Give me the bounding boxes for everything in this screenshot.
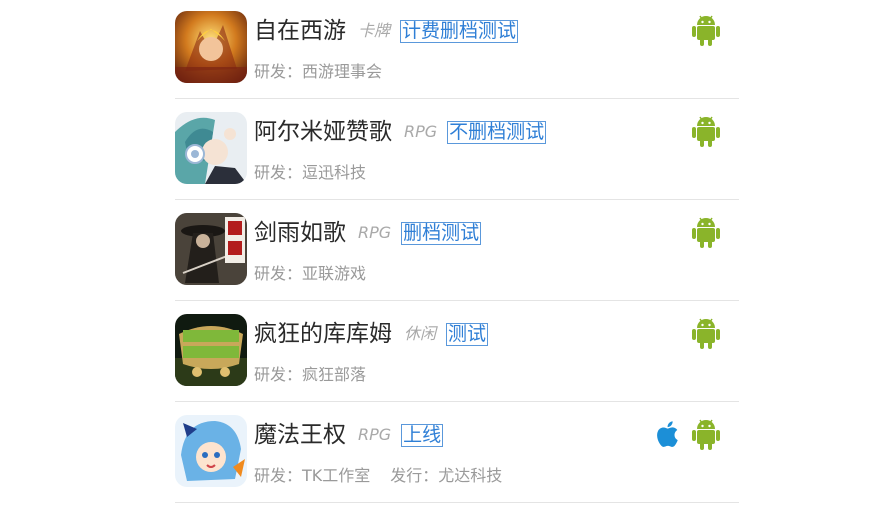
game-thumbnail[interactable] xyxy=(175,11,247,83)
android-icon[interactable] xyxy=(691,114,721,148)
title-row: 疯狂的库库姆 休闲 测试 xyxy=(254,319,489,349)
game-meta: 研发：西游理事会 xyxy=(254,58,382,82)
platform-icons xyxy=(691,114,721,148)
game-thumbnail[interactable] xyxy=(175,314,247,386)
apple-icon[interactable] xyxy=(655,418,683,450)
android-icon[interactable] xyxy=(691,417,721,451)
game-list: 自在西游 卡牌 计费删档测试 研发：西游理事会 阿尔米娅赞歌 RPG 不删档测试… xyxy=(175,0,739,503)
game-thumbnail[interactable] xyxy=(175,213,247,285)
game-name[interactable]: 自在西游 xyxy=(254,16,346,46)
game-genre: RPG xyxy=(404,122,438,141)
title-row: 阿尔米娅赞歌 RPG 不删档测试 xyxy=(254,117,547,147)
platform-icons xyxy=(691,13,721,47)
status-badge: 计费删档测试 xyxy=(400,19,519,43)
game-genre: 休闲 xyxy=(404,324,437,343)
publisher-label: 发行：尤达科技 xyxy=(390,466,503,485)
list-item[interactable]: 剑雨如歌 RPG 删档测试 研发：亚联游戏 xyxy=(175,200,739,301)
game-name[interactable]: 剑雨如歌 xyxy=(254,218,346,248)
list-item[interactable]: 魔法王权 RPG 上线 研发：TK工作室 发行：尤达科技 xyxy=(175,402,739,503)
game-name[interactable]: 魔法王权 xyxy=(254,420,346,450)
android-icon[interactable] xyxy=(691,215,721,249)
game-meta: 研发：亚联游戏 xyxy=(254,260,366,284)
platform-icons xyxy=(655,417,721,451)
developer-label: 研发：疯狂部落 xyxy=(254,365,367,384)
game-thumbnail[interactable] xyxy=(175,112,247,184)
list-item[interactable]: 自在西游 卡牌 计费删档测试 研发：西游理事会 xyxy=(175,0,739,99)
game-meta: 研发：TK工作室 发行：尤达科技 xyxy=(254,462,502,486)
game-name[interactable]: 疯狂的库库姆 xyxy=(254,319,392,349)
game-meta: 研发：疯狂部落 xyxy=(254,361,366,385)
list-item[interactable]: 阿尔米娅赞歌 RPG 不删档测试 研发：逗迅科技 xyxy=(175,99,739,200)
developer-label: 研发：逗迅科技 xyxy=(254,163,367,182)
game-name[interactable]: 阿尔米娅赞歌 xyxy=(254,117,392,147)
platform-icons xyxy=(691,316,721,350)
developer-label: 研发：西游理事会 xyxy=(254,62,383,81)
list-item[interactable]: 疯狂的库库姆 休闲 测试 研发：疯狂部落 xyxy=(175,301,739,402)
title-row: 自在西游 卡牌 计费删档测试 xyxy=(254,16,519,46)
android-icon[interactable] xyxy=(691,13,721,47)
game-thumbnail[interactable] xyxy=(175,415,247,487)
game-meta: 研发：逗迅科技 xyxy=(254,159,366,183)
developer-label: 研发：亚联游戏 xyxy=(254,264,367,283)
developer-label: 研发：TK工作室 xyxy=(254,466,371,485)
game-genre: RPG xyxy=(358,425,392,444)
status-badge: 不删档测试 xyxy=(447,120,547,144)
game-genre: RPG xyxy=(358,223,392,242)
status-badge: 测试 xyxy=(446,322,489,346)
android-icon[interactable] xyxy=(691,316,721,350)
status-badge: 上线 xyxy=(401,423,444,447)
title-row: 剑雨如歌 RPG 删档测试 xyxy=(254,218,482,248)
game-genre: 卡牌 xyxy=(358,21,391,40)
platform-icons xyxy=(691,215,721,249)
title-row: 魔法王权 RPG 上线 xyxy=(254,420,444,450)
status-badge: 删档测试 xyxy=(401,221,482,245)
